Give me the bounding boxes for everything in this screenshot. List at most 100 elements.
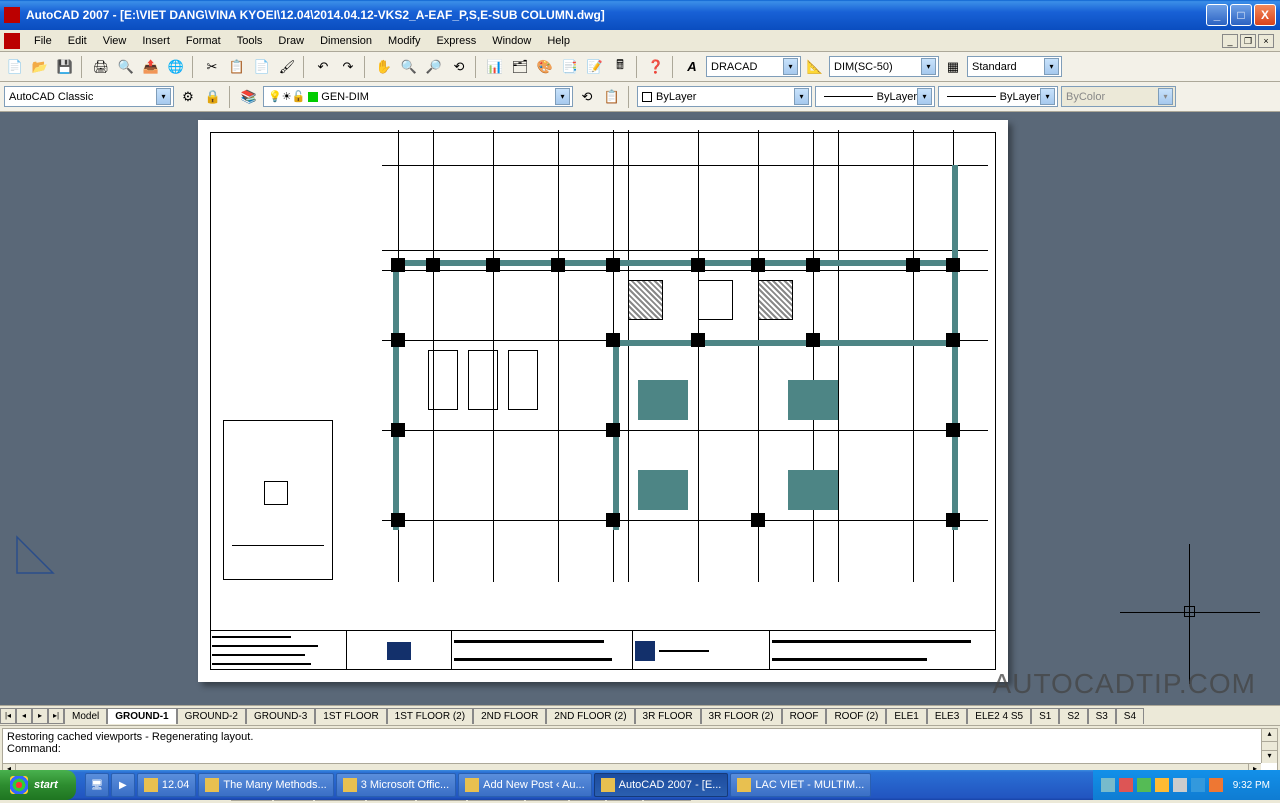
chevron-down-icon[interactable]: ▾ [156,88,171,105]
new-icon[interactable]: 📄 [4,56,26,78]
layout-tab[interactable]: 1ST FLOOR (2) [387,708,473,724]
taskbar-task[interactable]: LAC VIET - MULTIM... [730,773,871,797]
tray-icon-4[interactable] [1155,778,1169,792]
layout-tab[interactable]: 1ST FLOOR [315,708,386,724]
layout-tab[interactable]: 3R FLOOR (2) [701,708,782,724]
layer-states-icon[interactable]: 📋 [601,86,623,108]
matchprop-icon[interactable]: 🖌 [276,56,298,78]
chevron-down-icon[interactable]: ▾ [1044,58,1059,75]
menu-edit[interactable]: Edit [60,32,95,50]
properties-icon[interactable]: 📊 [484,56,506,78]
system-tray[interactable]: 9:32 PM [1093,770,1280,800]
tab-first-button[interactable]: |◂ [0,708,16,724]
menu-help[interactable]: Help [539,32,578,50]
volume-icon[interactable] [1173,778,1187,792]
minimize-button[interactable]: _ [1206,4,1228,26]
color-combo[interactable]: ByLayer▾ [637,86,812,107]
taskbar-task[interactable]: AutoCAD 2007 - [E... [594,773,729,797]
tray-icon-2[interactable] [1119,778,1133,792]
layout-tab[interactable]: GROUND-2 [177,708,246,724]
layout-tab[interactable]: 2ND FLOOR (2) [546,708,634,724]
tablestyle-combo[interactable]: Standard▾ [967,56,1062,77]
layout-tab[interactable]: GROUND-3 [246,708,315,724]
tray-icon-3[interactable] [1137,778,1151,792]
chevron-down-icon[interactable]: ▾ [921,58,936,75]
menu-tools[interactable]: Tools [229,32,271,50]
layout-tab[interactable]: ELE2 4 S5 [967,708,1031,724]
menu-window[interactable]: Window [484,32,539,50]
start-button[interactable]: start [0,770,76,800]
menu-view[interactable]: View [95,32,135,50]
tab-last-button[interactable]: ▸| [48,708,64,724]
quicklaunch-desktop-icon[interactable]: 🖥 [85,773,109,797]
sheetset-icon[interactable]: 📑 [559,56,581,78]
close-button[interactable]: X [1254,4,1276,26]
menu-file[interactable]: File [26,32,60,50]
menu-draw[interactable]: Draw [270,32,312,50]
taskbar-task[interactable]: 12.04 [137,773,197,797]
menu-express[interactable]: Express [428,32,484,50]
workspace-combo[interactable]: AutoCAD Classic▾ [4,86,174,107]
taskbar-task[interactable]: Add New Post ‹ Au... [458,773,592,797]
dimstyle-icon[interactable]: 📐 [804,56,826,78]
undo-icon[interactable]: ↶ [312,56,334,78]
workspace-settings-icon[interactable]: ⚙ [177,86,199,108]
layout-tab[interactable]: 3R FLOOR [635,708,701,724]
workspace-lock-icon[interactable]: 🔒 [202,86,224,108]
layout-tab[interactable]: ROOF [782,708,827,724]
toolpalette-icon[interactable]: 🎨 [534,56,556,78]
chevron-down-icon[interactable]: ▾ [555,88,570,105]
markup-icon[interactable]: 📝 [584,56,606,78]
print-icon[interactable]: 🖨 [90,56,112,78]
chevron-down-icon[interactable]: ▾ [794,88,809,105]
menu-dimension[interactable]: Dimension [312,32,380,50]
tab-next-button[interactable]: ▸ [32,708,48,724]
chevron-down-icon[interactable]: ▾ [917,88,932,105]
open-icon[interactable]: 📂 [29,56,51,78]
chevron-down-icon[interactable]: ▾ [1040,88,1055,105]
calc-icon[interactable]: 🖩 [609,56,631,78]
zoom-prev-icon[interactable]: ⟲ [448,56,470,78]
quicklaunch-player-icon[interactable]: ▶ [111,773,135,797]
save-icon[interactable]: 💾 [54,56,76,78]
layer-combo[interactable]: 💡 ☀ 🔓 GEN-DIM▾ [263,86,573,107]
help-icon[interactable]: ❓ [645,56,667,78]
dwf-icon[interactable]: 🌐 [165,56,187,78]
zoom-win-icon[interactable]: 🔎 [423,56,445,78]
pan-icon[interactable]: ✋ [373,56,395,78]
dimstyle-combo[interactable]: DIM(SC-50)▾ [829,56,939,77]
menu-insert[interactable]: Insert [134,32,178,50]
mdi-close-button[interactable]: × [1258,34,1274,48]
taskbar-clock[interactable]: 9:32 PM [1233,780,1270,791]
mdi-restore-button[interactable]: ❐ [1240,34,1256,48]
tray-icon-6[interactable] [1209,778,1223,792]
copy-icon[interactable]: 📋 [226,56,248,78]
preview-icon[interactable]: 🔍 [115,56,137,78]
command-prompt[interactable]: Command: [7,743,1273,755]
lineweight-combo[interactable]: ByLayer▾ [938,86,1058,107]
chevron-down-icon[interactable]: ▾ [783,58,798,75]
publish-icon[interactable]: 📤 [140,56,162,78]
layer-prev-icon[interactable]: ⟲ [576,86,598,108]
menu-format[interactable]: Format [178,32,229,50]
command-vscrollbar[interactable]: ▴ ▾ [1261,729,1277,763]
designcenter-icon[interactable]: 🗂 [509,56,531,78]
layout-tab[interactable]: ELE3 [927,708,967,724]
taskbar-task[interactable]: 3 Microsoft Offic... [336,773,456,797]
textstyle-icon[interactable]: A [681,56,703,78]
layout-tab[interactable]: Model [64,708,107,724]
tray-icon-1[interactable] [1101,778,1115,792]
menu-modify[interactable]: Modify [380,32,428,50]
tray-icon-5[interactable] [1191,778,1205,792]
taskbar-task[interactable]: The Many Methods... [198,773,333,797]
layout-tab[interactable]: S2 [1059,708,1087,724]
linetype-combo[interactable]: ByLayer▾ [815,86,935,107]
tablestyle-icon[interactable]: ▦ [942,56,964,78]
layout-tab[interactable]: S1 [1031,708,1059,724]
mdi-minimize-button[interactable]: _ [1222,34,1238,48]
redo-icon[interactable]: ↷ [337,56,359,78]
drawing-canvas[interactable] [0,112,1280,706]
layout-tab[interactable]: ELE1 [886,708,926,724]
paste-icon[interactable]: 📄 [251,56,273,78]
zoom-rt-icon[interactable]: 🔍 [398,56,420,78]
